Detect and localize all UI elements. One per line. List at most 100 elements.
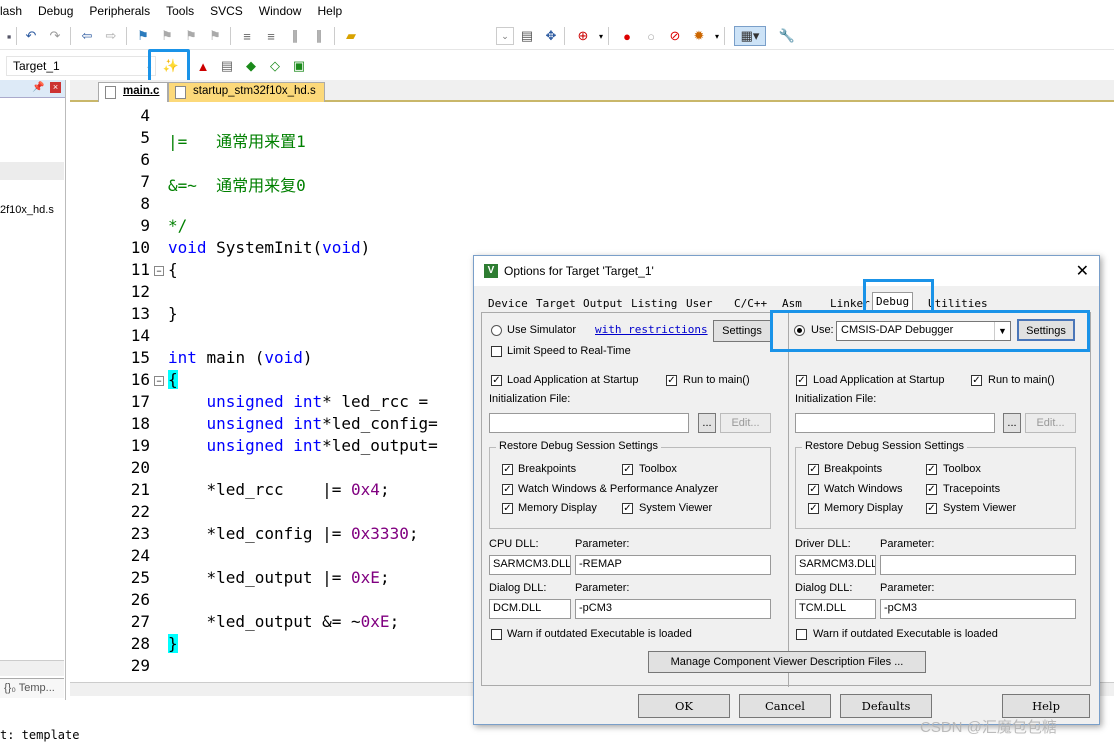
driver-dll-input[interactable]: SARMCM3.DLL <box>795 555 876 575</box>
incremental-find-icon[interactable]: ✥ <box>542 27 560 45</box>
nav-back-icon[interactable]: ⇦ <box>78 27 96 45</box>
bookmark-next-icon[interactable]: ⚑ <box>182 27 200 45</box>
menu-svcs[interactable]: SVCS <box>202 4 251 18</box>
use-simulator-radio[interactable] <box>491 325 502 336</box>
dialog-dll-input[interactable]: DCM.DLL <box>489 599 571 619</box>
run-to-main-checkbox[interactable]: ✓ <box>666 375 677 386</box>
manage-rte-icon[interactable]: ◆ <box>242 57 260 75</box>
tab-main-c[interactable]: main.c <box>98 82 169 102</box>
breakpoint-kill-all-icon[interactable]: ✹ <box>690 27 708 45</box>
memory-display-checkbox[interactable]: ✓ <box>808 503 819 514</box>
cancel-button[interactable]: Cancel <box>739 694 831 718</box>
help-button[interactable]: Help <box>1002 694 1090 718</box>
window-layout-icon[interactable]: ▦▾ <box>734 26 766 46</box>
init-file-browse-button[interactable]: ... <box>698 413 716 433</box>
line-number: 26 <box>130 590 150 609</box>
tab-device[interactable]: Device <box>485 295 531 313</box>
target-select[interactable]: Target_1 ⌄ <box>6 56 156 76</box>
highlight-debug-tab <box>863 279 934 313</box>
manage-project-items-icon[interactable]: ▲ <box>194 57 212 75</box>
memory-display-checkbox[interactable]: ✓ <box>502 503 513 514</box>
menu-debug[interactable]: Debug <box>30 4 81 18</box>
matched-brace: } <box>168 634 178 653</box>
project-file-item[interactable]: 2f10x_hd.s <box>0 204 54 216</box>
dialog-parameter-input[interactable]: -pCM3 <box>880 599 1076 619</box>
pack-installer-icon[interactable]: ◇ <box>266 57 284 75</box>
menu-tools[interactable]: Tools <box>158 4 202 18</box>
menu-flash[interactable]: lash <box>0 4 30 18</box>
indent-icon[interactable]: ≡ <box>238 27 256 45</box>
code-text: *led_config |= <box>168 524 352 543</box>
highlight-debugger-select <box>770 310 1090 352</box>
manage-component-viewer-button[interactable]: Manage Component Viewer Description File… <box>648 651 926 673</box>
rte-icon[interactable]: ▣ <box>290 57 308 75</box>
uncomment-icon[interactable]: ∥ <box>310 27 328 45</box>
close-icon[interactable]: × <box>50 82 61 93</box>
line-number: 20 <box>130 458 150 477</box>
toolbox-checkbox[interactable]: ✓ <box>926 464 937 475</box>
load-app-checkbox[interactable]: ✓ <box>796 375 807 386</box>
tab-output[interactable]: Output <box>580 295 626 313</box>
comment-icon[interactable]: ∥ <box>286 27 304 45</box>
open-folder-icon[interactable]: ▰ <box>342 27 360 45</box>
tab-target[interactable]: Target <box>533 295 579 313</box>
init-file-browse-button[interactable]: ... <box>1003 413 1021 433</box>
find-in-files-icon[interactable]: ▤ <box>518 27 536 45</box>
bookmark-icon[interactable]: ⚑ <box>134 27 152 45</box>
breakpoints-checkbox[interactable]: ✓ <box>502 464 513 475</box>
init-file-input[interactable] <box>489 413 689 433</box>
defaults-button[interactable]: Defaults <box>840 694 932 718</box>
select-packs-icon[interactable]: ▤ <box>218 57 236 75</box>
warn-outdated-checkbox[interactable] <box>491 629 502 640</box>
fold-toggle-icon[interactable]: − <box>154 376 164 386</box>
debug-session-icon[interactable]: ⊕ <box>574 27 592 45</box>
close-icon[interactable]: ✕ <box>1076 261 1089 281</box>
tab-listing[interactable]: Listing <box>628 295 681 313</box>
templates-tab[interactable]: {}₀ Temp... <box>4 682 55 694</box>
breakpoints-checkbox[interactable]: ✓ <box>808 464 819 475</box>
unindent-icon[interactable]: ≡ <box>262 27 280 45</box>
load-app-checkbox[interactable]: ✓ <box>491 375 502 386</box>
menu-peripherals[interactable]: Peripherals <box>81 4 158 18</box>
breakpoint-disable-icon[interactable]: ○ <box>642 27 660 45</box>
code-line-21: *led_rcc |= 0x4; <box>168 480 390 499</box>
tab-startup-s[interactable]: startup_stm32f10x_hd.s <box>168 82 325 102</box>
tab-user[interactable]: User <box>683 295 716 313</box>
configure-icon[interactable]: 🔧 <box>778 27 796 45</box>
watch-windows-checkbox[interactable]: ✓ <box>808 484 819 495</box>
with-restrictions-link[interactable]: with restrictions <box>595 323 708 336</box>
menu-window[interactable]: Window <box>251 4 310 18</box>
fold-toggle-icon[interactable]: − <box>154 266 164 276</box>
run-to-main-checkbox[interactable]: ✓ <box>971 375 982 386</box>
pin-icon[interactable]: 📌 <box>32 82 44 93</box>
cpu-parameter-input[interactable]: -REMAP <box>575 555 771 575</box>
redo-icon[interactable]: ↷ <box>46 27 64 45</box>
system-viewer-checkbox[interactable]: ✓ <box>926 503 937 514</box>
init-file-edit-button[interactable]: Edit... <box>720 413 771 433</box>
ok-button[interactable]: OK <box>638 694 730 718</box>
limit-speed-checkbox[interactable] <box>491 346 502 357</box>
cpu-dll-input[interactable]: SARMCM3.DLL <box>489 555 571 575</box>
init-file-input[interactable] <box>795 413 995 433</box>
watch-windows-checkbox[interactable]: ✓ <box>502 484 513 495</box>
tracepoints-checkbox[interactable]: ✓ <box>926 484 937 495</box>
breakpoint-icon[interactable]: ● <box>618 27 636 45</box>
dialog-parameter-input[interactable]: -pCM3 <box>575 599 771 619</box>
simulator-settings-button[interactable]: Settings <box>713 320 771 342</box>
bookmark-prev-icon[interactable]: ⚑ <box>158 27 176 45</box>
system-viewer-label: System Viewer <box>639 502 713 514</box>
dialog-dll-input[interactable]: TCM.DLL <box>795 599 876 619</box>
toolbox-checkbox[interactable]: ✓ <box>622 464 633 475</box>
tab-c-cpp[interactable]: C/C++ <box>731 295 771 313</box>
warn-outdated-checkbox[interactable] <box>796 629 807 640</box>
menu-help[interactable]: Help <box>309 4 350 18</box>
undo-icon[interactable]: ↶ <box>22 27 40 45</box>
system-viewer-checkbox[interactable]: ✓ <box>622 503 633 514</box>
find-dropdown-icon[interactable]: ⌄ <box>496 27 514 45</box>
driver-parameter-input[interactable] <box>880 555 1076 575</box>
nav-forward-icon[interactable]: ⇨ <box>102 27 120 45</box>
breakpoint-disable-all-icon[interactable]: ⊘ <box>666 27 684 45</box>
project-panel-scrollbar[interactable] <box>0 660 64 676</box>
init-file-edit-button[interactable]: Edit... <box>1025 413 1076 433</box>
bookmark-clear-icon[interactable]: ⚑ <box>206 27 224 45</box>
